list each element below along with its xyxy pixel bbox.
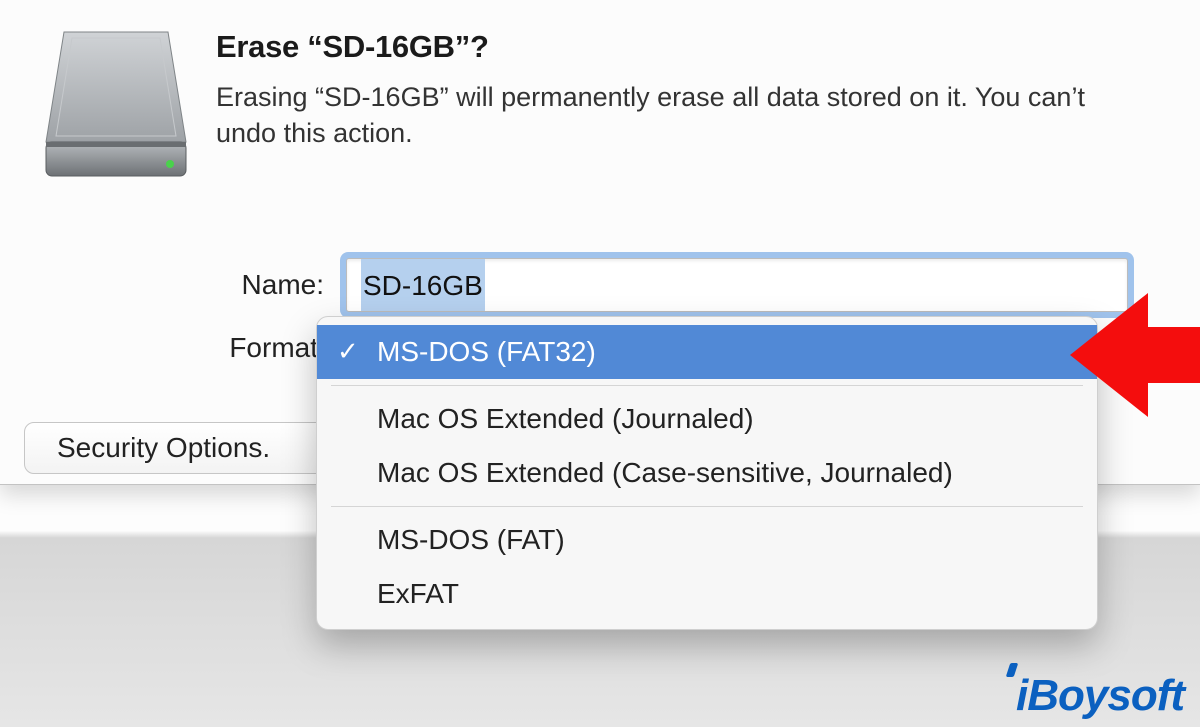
brand-text: iBoysoft [1016,671,1184,721]
name-input-value: SD-16GB [361,259,485,311]
brand-watermark: iBoysoft [1016,671,1184,721]
security-options-button[interactable]: Security Options. [24,422,344,474]
dropdown-divider [331,385,1083,386]
dialog-subtitle: Erasing “SD-16GB” will permanently erase… [216,79,1146,152]
format-option-label: Mac OS Extended (Journaled) [377,403,754,435]
format-label: Format [214,332,318,364]
checkmark-icon: ✓ [337,336,359,367]
name-label: Name: [214,269,324,301]
format-dropdown[interactable]: ✓ MS-DOS (FAT32) Mac OS Extended (Journa… [316,316,1098,630]
dropdown-divider [331,506,1083,507]
format-option-label: MS-DOS (FAT32) [377,336,596,368]
format-option-fat[interactable]: MS-DOS (FAT) [317,513,1097,567]
security-options-label: Security Options. [57,432,270,464]
external-drive-icon [42,24,190,182]
format-option-macos-journaled[interactable]: Mac OS Extended (Journaled) [317,392,1097,446]
dialog-title: Erase “SD-16GB”? [216,29,1146,65]
format-option-label: Mac OS Extended (Case-sensitive, Journal… [377,457,953,489]
pointer-arrow-icon [1070,285,1200,425]
format-option-label: MS-DOS (FAT) [377,524,565,556]
format-option-fat32[interactable]: ✓ MS-DOS (FAT32) [317,325,1097,379]
format-option-label: ExFAT [377,578,459,610]
format-option-macos-case-sensitive[interactable]: Mac OS Extended (Case-sensitive, Journal… [317,446,1097,500]
name-input[interactable]: SD-16GB [346,258,1128,312]
format-option-exfat[interactable]: ExFAT [317,567,1097,621]
